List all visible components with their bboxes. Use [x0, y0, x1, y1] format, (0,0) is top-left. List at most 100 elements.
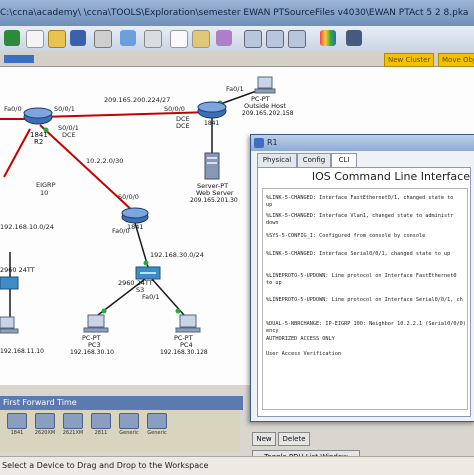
svg-text:Outside Host: Outside Host — [244, 102, 286, 110]
router-r2[interactable]: 1841 R2 — [23, 107, 53, 146]
undo-icon[interactable] — [216, 30, 232, 46]
label-dce-r2: DCE — [62, 131, 76, 139]
label-wan: 209.165.200.224/27 — [104, 96, 170, 104]
device-2811[interactable]: 2811 — [88, 413, 114, 436]
status-text: Select a Device to Drag and Drop to the … — [2, 461, 209, 470]
svg-text:Web Server: Web Server — [196, 189, 234, 197]
delete-pdu-button[interactable]: Delete — [278, 432, 310, 446]
label-s001-top: S0/0/1 — [54, 105, 75, 113]
tab-cli[interactable]: CLI — [331, 153, 357, 168]
device-generic-2[interactable]: Generic — [144, 413, 170, 436]
r1-model: 1841 — [204, 120, 219, 127]
logical-tab[interactable] — [4, 55, 34, 63]
outside-host-pc[interactable]: PC-PT Outside Host 209.165.202.158 — [242, 76, 294, 117]
new-pdu-button[interactable]: New — [252, 432, 276, 446]
status-bar: Select a Device to Drag and Drop to the … — [0, 456, 474, 475]
serial-link-left — [3, 128, 31, 178]
switch-left[interactable]: 2960 24TT — [0, 266, 35, 290]
router-icon — [119, 413, 139, 429]
svg-text:PC4: PC4 — [180, 341, 193, 349]
label-dce-r1: DCE — [176, 115, 190, 123]
label-eigrp-as: 10 — [40, 189, 48, 197]
r2-name: R2 — [34, 138, 43, 146]
router-icon — [254, 138, 264, 148]
copy-icon[interactable] — [170, 30, 188, 48]
zoom-out-icon[interactable] — [266, 30, 284, 48]
r1-title-bar[interactable]: R1 — [251, 135, 474, 151]
zoom-in-icon[interactable] — [244, 30, 262, 48]
device-generic-1[interactable]: Generic — [116, 413, 142, 436]
new-icon[interactable] — [26, 30, 44, 48]
move-object-button[interactable]: Move Obje — [438, 53, 474, 67]
label-fa01-r3: Fa0/1 — [142, 293, 160, 301]
cli-line: up — [266, 202, 273, 208]
svg-text:PC3: PC3 — [88, 341, 101, 349]
cli-line: down — [266, 220, 279, 226]
zoom-reset-icon[interactable] — [288, 30, 306, 48]
cli-line: to up — [266, 280, 282, 286]
palette-icon[interactable] — [320, 30, 336, 46]
title-bar: C:\ccna\academy\ \ccna\TOOLS\Exploration… — [0, 0, 474, 26]
router-icon — [147, 413, 167, 429]
device-palette: 1841 2620XM 2621XM 2811 Generic Generic — [0, 410, 240, 452]
realtime-label: First Forward Time — [3, 398, 77, 407]
label-s000-r3: S0/0/0 — [118, 193, 139, 201]
custom-device-icon[interactable] — [346, 30, 362, 46]
cli-panel: IOS Command Line Interface %LINK-5-CHANG… — [257, 167, 471, 417]
router-icon — [91, 413, 111, 429]
new-cluster-button[interactable]: New Cluster — [384, 53, 435, 67]
cli-heading: IOS Command Line Interface — [311, 170, 470, 183]
r1-dce-label: DCE — [176, 122, 190, 130]
r1-title: R1 — [267, 138, 278, 147]
device-2620xm[interactable]: 2620XM — [32, 413, 58, 436]
workspace-bar: New Cluster Move Obje — [0, 52, 474, 67]
pc3[interactable]: PC-PT PC3 192.168.30.10 — [70, 314, 114, 356]
label-10-2-2: 10.2.2.0/30 — [86, 157, 123, 165]
cli-line: %LINK-5-CHANGED: Interface FastEthernet0… — [266, 195, 454, 201]
cli-line: %LINK-5-CHANGED: Interface Vlan1, change… — [266, 213, 454, 219]
tab-physical[interactable]: Physical — [257, 153, 297, 167]
svg-text:2960 24TT: 2960 24TT — [0, 266, 35, 274]
realtime-bar[interactable]: First Forward Time — [0, 396, 243, 410]
label-fa00: Fa0/0 — [4, 105, 22, 113]
cli-line: %LINEPROTO-5-UPDOWN: Line protocol on In… — [266, 297, 463, 303]
svg-text:192.168.11.10: 192.168.11.10 — [0, 348, 44, 355]
device-2621xm[interactable]: 2621XM — [60, 413, 86, 436]
pc-left[interactable]: 192.168.11.10 — [0, 316, 44, 355]
router-icon — [7, 413, 27, 429]
router-icon — [63, 413, 83, 429]
paste-icon[interactable] — [192, 30, 210, 48]
cli-line: %SYS-5-CONFIG_I: Configured from console… — [266, 233, 426, 239]
tab-config[interactable]: Config — [297, 153, 331, 167]
web-server[interactable]: Server-PT Web Server 209.165.201.30 — [190, 152, 238, 204]
pc4[interactable]: PC-PT PC4 192.168.30.128 — [160, 314, 208, 356]
cli-line: %LINEPROTO-5-UPDOWN: Line protocol on In… — [266, 273, 457, 279]
cli-line: AUTHORIZED ACCESS ONLY — [266, 336, 335, 342]
print-icon[interactable] — [94, 30, 112, 48]
network-icon[interactable] — [144, 30, 162, 48]
cli-line: %LINK-5-CHANGED: Interface Serial0/0/1, … — [266, 251, 451, 257]
label-fa00-r3: Fa0/0 — [112, 227, 130, 235]
device-1841[interactable]: 1841 — [4, 413, 30, 436]
wizard-icon[interactable] — [120, 30, 136, 46]
cli-line: %DUAL-5-NBRCHANGE: IP-EIGRP 100: Neighbo… — [266, 321, 466, 327]
save-icon[interactable] — [70, 30, 86, 46]
svg-text:192.168.30.128: 192.168.30.128 — [160, 349, 208, 356]
label-192-168-10: 192.168.10.0/24 — [0, 223, 54, 231]
r1-tab-strip: Physical Config CLI — [251, 151, 474, 168]
open-icon[interactable] — [48, 30, 66, 48]
label-fa01: Fa0/1 — [226, 85, 244, 93]
window-title: C:\ccna\academy\ \ccna\TOOLS\Exploration… — [0, 8, 469, 18]
router-r1-window[interactable]: R1 Physical Config CLI IOS Command Line … — [250, 134, 474, 422]
label-192-168-30: 192.168.30.0/24 — [150, 251, 204, 259]
svg-text:192.168.30.10: 192.168.30.10 — [70, 349, 114, 356]
svg-text:209.165.201.30: 209.165.201.30 — [190, 197, 238, 204]
cli-terminal[interactable]: %LINK-5-CHANGED: Interface FastEthernet0… — [262, 188, 468, 410]
connect-icon[interactable] — [4, 30, 20, 46]
svg-text:209.165.202.158: 209.165.202.158 — [242, 110, 294, 117]
cli-line: ency — [266, 328, 279, 334]
main-toolbar — [0, 26, 474, 53]
cli-line: User Access Verification — [266, 351, 341, 357]
label-s000: S0/0/0 — [164, 105, 185, 113]
router-icon — [35, 413, 55, 429]
